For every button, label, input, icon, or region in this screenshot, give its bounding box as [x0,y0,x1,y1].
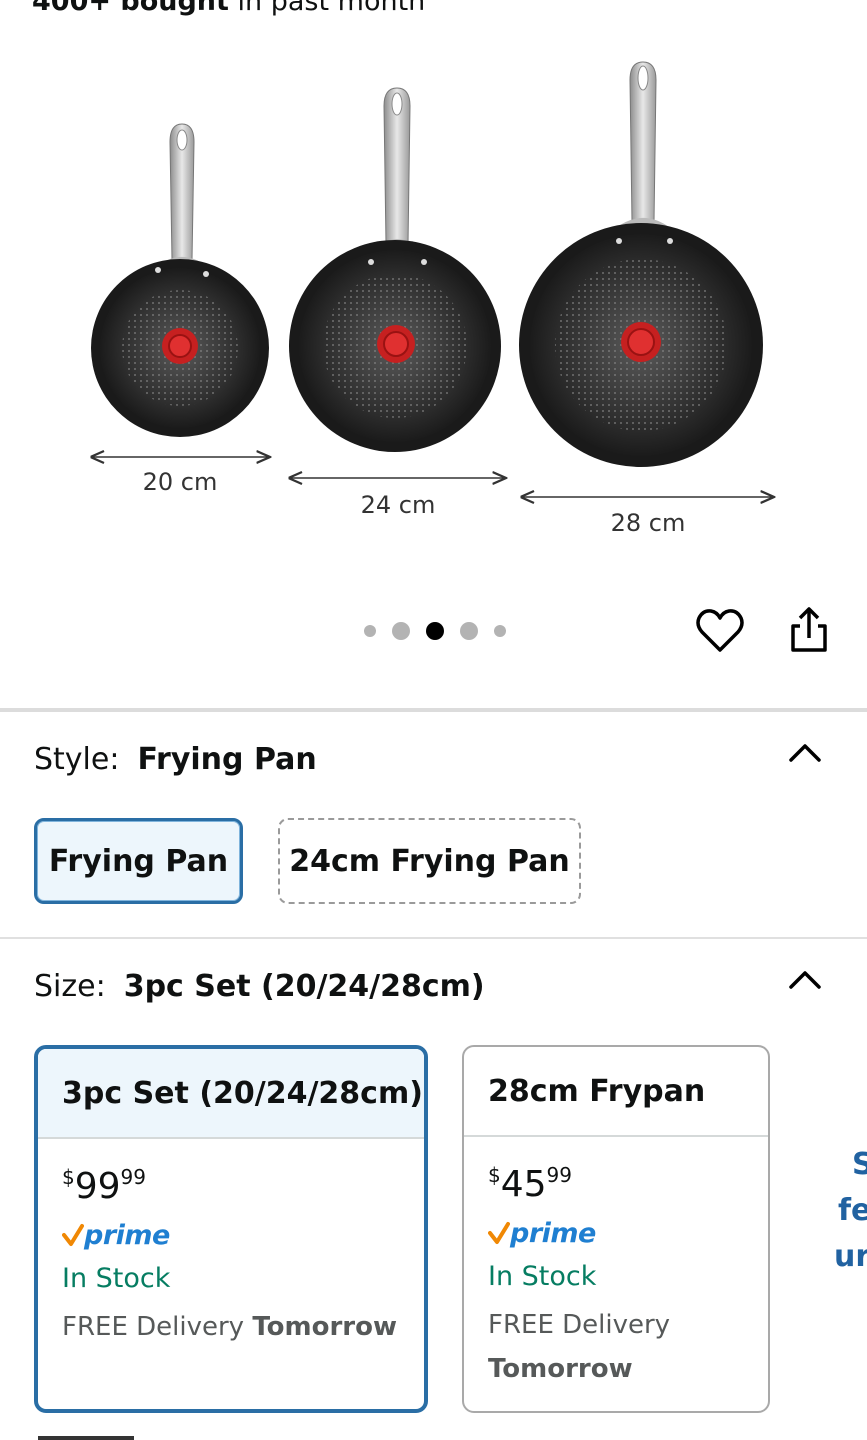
size-option-card-28cm-frypan[interactable]: 28cm Frypan $4599 prime In Stock FREE De… [462,1045,770,1413]
image-carousel-dots[interactable] [356,620,514,642]
delivery-info: FREE Delivery Tomorrow [488,1310,671,1384]
prime-badge: prime [488,1213,744,1253]
carousel-dot-active[interactable] [426,622,444,640]
size-label: Size: [34,969,106,1004]
size-option-card-3pc-set[interactable]: 3pc Set (20/24/28cm) $9999 prime In Stoc… [34,1045,428,1413]
style-option-24cm-frying-pan[interactable]: 24cm Frying Pan [278,818,581,904]
carousel-dot[interactable] [494,625,506,637]
favorite-button[interactable] [694,604,746,656]
bought-count: 400+ bought [32,0,229,17]
prime-text: prime [84,1219,170,1251]
frying-pans-image: 20 cm 24 cm 28 cm [0,61,867,537]
style-selected-value: Frying Pan [137,742,317,777]
carousel-dot[interactable] [392,622,410,640]
size-label-20: 20 cm [143,468,218,496]
bought-suffix: in past month [228,0,426,17]
size-label-24: 24 cm [361,491,436,519]
style-option-frying-pan[interactable]: Frying Pan [34,818,243,904]
prime-text: prime [510,1217,596,1249]
stock-status: In Stock [62,1263,171,1294]
carousel-dot[interactable] [364,625,376,637]
style-heading: Style: Frying Pan [34,742,317,777]
bought-in-past-month: 400+ bought in past month [32,0,425,17]
chevron-up-icon[interactable] [786,738,824,766]
bottom-indicator [38,1436,134,1440]
price: $9999 [62,1165,146,1207]
prime-badge: prime [62,1215,400,1255]
pan-20cm [91,123,269,437]
heart-outline-icon [696,609,744,652]
section-divider [0,937,867,939]
size-label-28: 28 cm [611,509,686,537]
size-option-title: 3pc Set (20/24/28cm) [38,1049,424,1139]
size-heading: Size: 3pc Set (20/24/28cm) [34,969,485,1004]
style-label: Style: [34,742,120,777]
pan-24cm [289,87,501,452]
pan-28cm [519,61,763,467]
prime-check-icon [62,1224,84,1246]
size-selected-value: 3pc Set (20/24/28cm) [123,969,485,1004]
price: $4599 [488,1163,572,1205]
share-icon [791,607,827,652]
size-option-title: 28cm Frypan [464,1047,768,1137]
see-more-options-link[interactable]: S fe ur [834,1142,867,1280]
product-image-gallery[interactable]: 20 cm 24 cm 28 cm [0,40,867,600]
carousel-dot[interactable] [460,622,478,640]
section-divider [0,708,867,712]
stock-status: In Stock [488,1261,597,1292]
delivery-info: FREE Delivery Tomorrow [62,1312,397,1342]
chevron-up-icon[interactable] [786,965,824,993]
share-button[interactable] [786,604,832,656]
prime-check-icon [488,1222,510,1244]
